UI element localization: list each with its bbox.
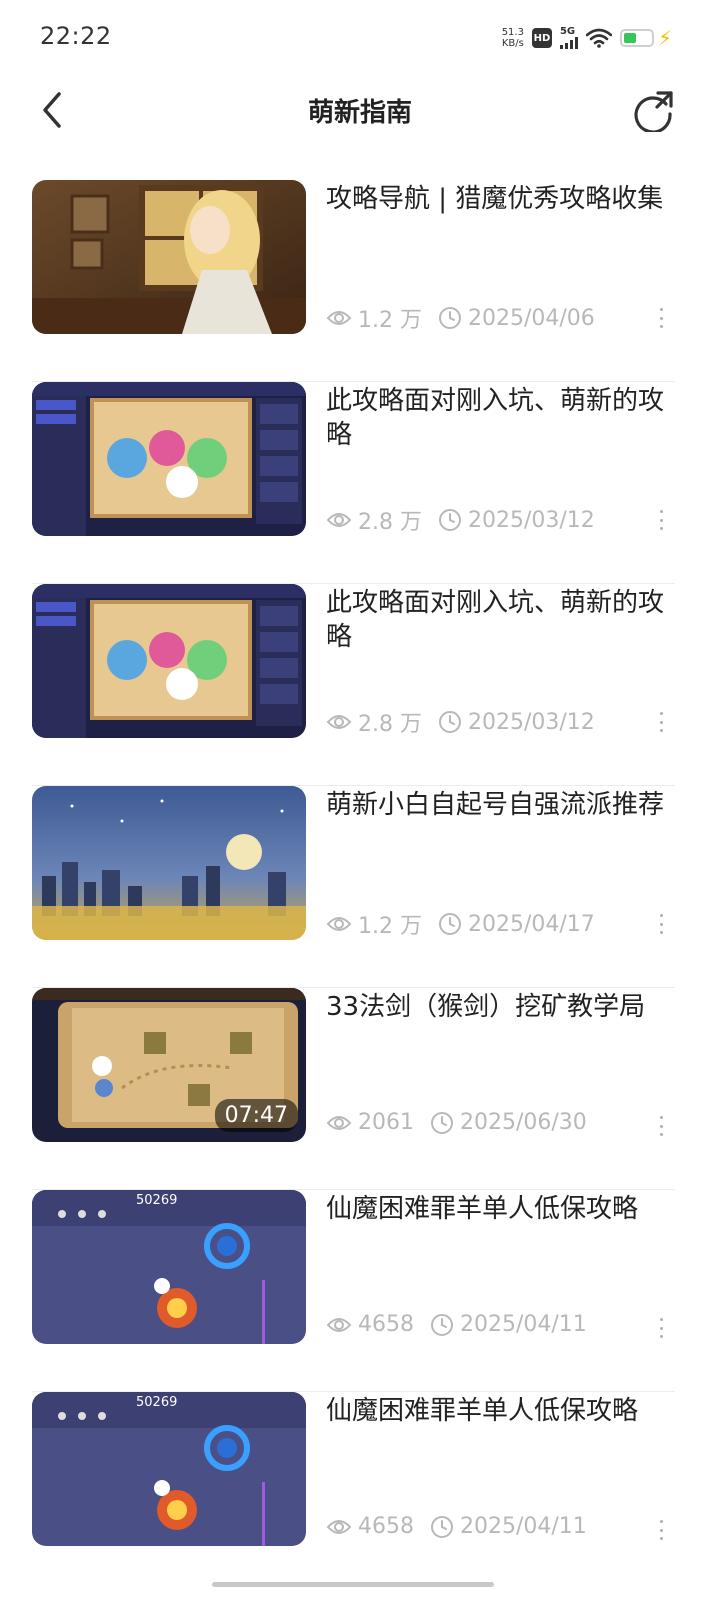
refresh-button[interactable] <box>628 84 680 136</box>
article-thumbnail <box>32 584 306 738</box>
header: 萌新指南 <box>0 72 720 148</box>
publish-date: 2025/04/06 <box>467 305 595 331</box>
article-title: 攻略导航 | 猎魔优秀攻略收集 <box>326 184 664 214</box>
eye-icon <box>326 1315 352 1335</box>
status-icons: 51.3 KB/s HD 5G ⚡ <box>502 24 672 52</box>
clock-icon <box>438 912 462 936</box>
article-title: 此攻略面对刚入坑、萌新的攻略 <box>326 386 665 450</box>
article-item[interactable]: 50269 仙魔困难罪羊单人低保攻略 4658 2025/04/11 <box>32 1392 675 1594</box>
net-speed-value: 51.3 <box>501 27 524 38</box>
publish-date: 2025/04/17 <box>467 911 595 937</box>
clock-icon <box>438 710 462 734</box>
charging-icon: ⚡ <box>657 26 672 50</box>
net-speed: 51.3 KB/s <box>502 27 524 49</box>
article-title: 此攻略面对刚入坑、萌新的攻略 <box>326 588 665 652</box>
clock-icon <box>430 1313 454 1337</box>
more-options-button[interactable] <box>655 1116 667 1136</box>
article-item[interactable]: 07:47 33法剑（猴剑）挖矿教学局 2061 2025/06/30 <box>32 988 675 1190</box>
article-meta: 2.8 万 2025/03/12 <box>326 706 595 738</box>
more-options-button[interactable] <box>655 510 667 530</box>
article-thumbnail: 07:47 <box>32 988 306 1142</box>
article-title: 仙魔困难罪羊单人低保攻略 <box>326 1396 639 1426</box>
article-title: 33法剑（猴剑）挖矿教学局 <box>326 992 646 1022</box>
clock-icon <box>430 1515 454 1539</box>
battle-score: 50269 <box>136 1193 177 1208</box>
clock-icon <box>430 1111 454 1135</box>
article-meta: 2061 2025/06/30 <box>326 1110 587 1135</box>
article-item[interactable]: 此攻略面对刚入坑、萌新的攻略 2.8 万 2025/03/12 <box>32 584 675 786</box>
screen: 22:22 51.3 KB/s HD 5G ⚡ 萌新指南 攻略导航 | 猎魔优秀… <box>0 0 720 1600</box>
wifi-icon <box>585 28 612 48</box>
article-title: 萌新小白自起号自强流派推荐 <box>326 790 665 820</box>
view-count: 2061 <box>358 1110 414 1135</box>
article-meta: 2.8 万 2025/03/12 <box>326 504 595 536</box>
eye-icon <box>326 308 352 328</box>
view-count: 4658 <box>358 1514 414 1539</box>
article-thumbnail: 50269 <box>32 1190 306 1344</box>
refresh-icon <box>634 91 673 132</box>
status-bar: 22:22 51.3 KB/s HD 5G ⚡ <box>0 0 720 72</box>
more-options-button[interactable] <box>655 308 667 328</box>
article-item[interactable]: 攻略导航 | 猎魔优秀攻略收集 1.2 万 2025/04/06 <box>32 180 675 382</box>
more-options-button[interactable] <box>655 914 667 934</box>
article-title: 仙魔困难罪羊单人低保攻略 <box>326 1194 639 1224</box>
article-thumbnail <box>32 786 306 940</box>
view-count: 1.2 万 <box>358 308 422 333</box>
more-options-button[interactable] <box>655 1520 667 1540</box>
hd-icon: HD <box>531 28 552 48</box>
net-speed-unit: KB/s <box>501 38 524 49</box>
article-item[interactable]: 50269 仙魔困难罪羊单人低保攻略 4658 2025/04/11 <box>32 1190 675 1392</box>
cellular-signal-icon: 5G <box>559 26 578 49</box>
view-count: 2.8 万 <box>358 510 422 535</box>
view-count: 4658 <box>358 1312 414 1337</box>
clock-icon <box>438 306 462 330</box>
battery-level <box>623 33 636 43</box>
article-meta: 1.2 万 2025/04/17 <box>326 908 595 940</box>
publish-date: 2025/04/11 <box>460 1514 587 1539</box>
eye-icon <box>326 510 352 530</box>
article-item[interactable]: 萌新小白自起号自强流派推荐 1.2 万 2025/04/17 <box>32 786 675 988</box>
view-count: 2.8 万 <box>358 712 422 737</box>
view-count: 1.2 万 <box>358 914 422 939</box>
article-list: 攻略导航 | 猎魔优秀攻略收集 1.2 万 2025/04/06 此攻略面对刚入… <box>32 180 675 1594</box>
article-thumbnail <box>32 180 306 334</box>
article-thumbnail: 50269 <box>32 1392 306 1546</box>
article-item[interactable]: 此攻略面对刚入坑、萌新的攻略 2.8 万 2025/03/12 <box>32 382 675 584</box>
publish-date: 2025/03/12 <box>467 709 595 735</box>
video-duration: 07:47 <box>214 1099 298 1132</box>
eye-icon <box>326 1113 352 1133</box>
network-type-label: 5G <box>559 26 576 37</box>
article-meta: 4658 2025/04/11 <box>326 1312 587 1337</box>
more-options-button[interactable] <box>655 1318 667 1338</box>
publish-date: 2025/06/30 <box>460 1110 587 1135</box>
publish-date: 2025/04/11 <box>460 1312 587 1337</box>
eye-icon <box>326 914 352 934</box>
article-thumbnail <box>32 382 306 536</box>
article-meta: 1.2 万 2025/04/06 <box>326 302 595 334</box>
article-meta: 4658 2025/04/11 <box>326 1514 587 1539</box>
more-options-button[interactable] <box>655 712 667 732</box>
eye-icon <box>326 1517 352 1537</box>
page-title: 萌新指南 <box>307 98 412 128</box>
publish-date: 2025/03/12 <box>467 507 595 533</box>
clock: 22:22 <box>40 22 112 50</box>
home-indicator[interactable] <box>212 1582 494 1587</box>
clock-icon <box>438 508 462 532</box>
battle-score: 50269 <box>136 1395 177 1410</box>
eye-icon <box>326 712 352 732</box>
battery-icon <box>619 29 654 47</box>
